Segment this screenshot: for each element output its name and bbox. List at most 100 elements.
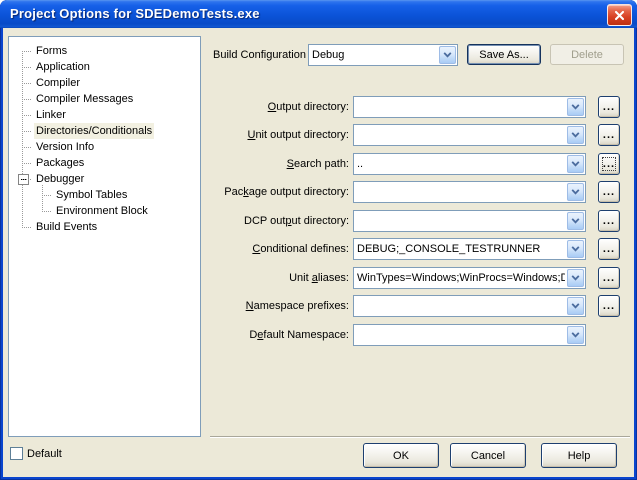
field-row-package-output-directory: Package output directory: ... xyxy=(3,181,634,203)
combobox-value[interactable] xyxy=(357,326,565,344)
combobox-value[interactable]: .. xyxy=(357,155,565,173)
label-accel: S xyxy=(286,158,294,170)
namespace-prefixes-label: Namespace prefixes: xyxy=(3,295,349,317)
chevron-down-icon xyxy=(571,189,580,195)
field-row-conditional-defines: Conditional defines: DEBUG;_CONSOLE_TEST… xyxy=(3,238,634,260)
dcp-output-directory-browse-button[interactable]: ... xyxy=(598,210,620,232)
dropdown-button[interactable] xyxy=(567,240,584,258)
conditional-defines-browse-button[interactable]: ... xyxy=(598,238,620,260)
dropdown-button[interactable] xyxy=(567,269,584,287)
dropdown-button[interactable] xyxy=(567,326,584,344)
search-path-browse-button[interactable]: ... xyxy=(598,153,620,175)
unit-output-directory-combobox[interactable] xyxy=(353,124,586,146)
output-directory-combobox[interactable] xyxy=(353,96,586,118)
build-configuration-label: Build Configuration xyxy=(213,49,306,61)
chevron-down-icon xyxy=(571,104,580,110)
project-options-dialog: Project Options for SDEDemoTests.exe For… xyxy=(0,0,637,480)
package-output-directory-combobox[interactable] xyxy=(353,181,586,203)
label-text: Pac xyxy=(224,186,244,198)
dialog-client-area: Forms Application Compiler Compiler Mess… xyxy=(3,28,634,477)
footer-separator xyxy=(210,436,630,438)
close-button[interactable] xyxy=(607,4,632,26)
tree-item-forms[interactable]: Forms xyxy=(9,43,200,59)
label-text: Unit xyxy=(289,272,312,284)
build-configuration-combobox[interactable]: Debug xyxy=(308,44,458,66)
chevron-down-icon xyxy=(571,161,580,167)
dropdown-button[interactable] xyxy=(567,183,584,201)
cancel-button[interactable]: Cancel xyxy=(450,443,526,468)
tree-item-application[interactable]: Application xyxy=(9,59,200,75)
dropdown-button[interactable] xyxy=(567,212,584,230)
dcp-output-directory-combobox[interactable] xyxy=(353,210,586,232)
unit-aliases-label: Unit aliases: xyxy=(3,267,349,289)
field-row-namespace-prefixes: Namespace prefixes: ... xyxy=(3,295,634,317)
combobox-value[interactable]: Debug xyxy=(312,46,437,64)
chevron-down-icon xyxy=(571,332,580,338)
package-output-directory-label: Package output directory: xyxy=(3,181,349,203)
ok-button[interactable]: OK xyxy=(363,443,439,468)
chevron-down-icon xyxy=(571,132,580,138)
help-button[interactable]: Help xyxy=(541,443,617,468)
namespace-prefixes-browse-button[interactable]: ... xyxy=(598,295,620,317)
package-output-directory-browse-button[interactable]: ... xyxy=(598,181,620,203)
tree-item-label[interactable]: Compiler xyxy=(34,75,82,91)
combobox-value[interactable] xyxy=(357,212,565,230)
field-row-dcp-output-directory: DCP output directory: ... xyxy=(3,210,634,232)
combobox-value[interactable] xyxy=(357,297,565,315)
field-row-output-directory: Output directory: ... xyxy=(3,96,634,118)
label-text: ut directory: xyxy=(291,215,349,227)
label-text: nit output directory: xyxy=(255,129,349,141)
delete-button[interactable]: Delete xyxy=(550,44,624,65)
chevron-down-icon xyxy=(571,303,580,309)
field-row-unit-aliases: Unit aliases: WinTypes=Windows;WinProcs=… xyxy=(3,267,634,289)
output-directory-browse-button[interactable]: ... xyxy=(598,96,620,118)
default-checkbox[interactable] xyxy=(10,447,23,460)
dcp-output-directory-label: DCP output directory: xyxy=(3,210,349,232)
dropdown-button[interactable] xyxy=(567,98,584,116)
field-row-default-namespace: Default Namespace: xyxy=(3,324,634,346)
dropdown-button[interactable] xyxy=(567,126,584,144)
page-title: Project Options for SDEDemoTests.exe xyxy=(10,6,260,21)
label-text: liases: xyxy=(317,272,349,284)
conditional-defines-combobox[interactable]: DEBUG;_CONSOLE_TESTRUNNER xyxy=(353,238,586,260)
default-namespace-label: Default Namespace: xyxy=(3,324,349,346)
output-directory-label: Output directory: xyxy=(3,96,349,118)
label-text: DCP out xyxy=(244,215,286,227)
field-row-search-path: Search path: .. ... xyxy=(3,153,634,175)
namespace-prefixes-combobox[interactable] xyxy=(353,295,586,317)
tree-item-label[interactable]: Application xyxy=(34,59,92,75)
chevron-down-icon xyxy=(571,218,580,224)
dropdown-button[interactable] xyxy=(567,155,584,173)
unit-aliases-browse-button[interactable]: ... xyxy=(598,267,620,289)
combobox-value[interactable]: WinTypes=Windows;WinProcs=Windows;DbiT xyxy=(357,269,565,287)
label-accel: O xyxy=(267,101,277,113)
titlebar: Project Options for SDEDemoTests.exe xyxy=(0,0,637,28)
chevron-down-icon xyxy=(571,275,580,281)
search-path-combobox[interactable]: .. xyxy=(353,153,586,175)
dropdown-button[interactable] xyxy=(567,297,584,315)
default-checkbox-label: Default xyxy=(27,448,62,460)
label-accel: N xyxy=(245,300,254,312)
conditional-defines-label: Conditional defines: xyxy=(3,238,349,260)
save-as-button[interactable]: Save As... xyxy=(467,44,541,65)
unit-aliases-combobox[interactable]: WinTypes=Windows;WinProcs=Windows;DbiT xyxy=(353,267,586,289)
default-namespace-combobox[interactable] xyxy=(353,324,586,346)
unit-output-directory-browse-button[interactable]: ... xyxy=(598,124,620,146)
label-text: amespace prefixes: xyxy=(253,300,349,312)
tree-item-label[interactable]: Forms xyxy=(34,43,69,59)
label-text: age output directory: xyxy=(248,186,349,198)
unit-output-directory-label: Unit output directory: xyxy=(3,124,349,146)
combobox-value[interactable] xyxy=(357,126,565,144)
close-icon xyxy=(614,10,625,20)
chevron-down-icon xyxy=(443,52,452,58)
search-path-label: Search path: xyxy=(3,153,349,175)
label-text: fault Namespace: xyxy=(263,329,349,341)
combobox-value[interactable] xyxy=(357,98,565,116)
dropdown-button[interactable] xyxy=(439,46,456,64)
combobox-value[interactable] xyxy=(357,183,565,201)
tree-item-compiler[interactable]: Compiler xyxy=(9,75,200,91)
chevron-down-icon xyxy=(571,246,580,252)
field-row-unit-output-directory: Unit output directory: ... xyxy=(3,124,634,146)
combobox-value[interactable]: DEBUG;_CONSOLE_TESTRUNNER xyxy=(357,240,565,258)
label-text: onditional defines: xyxy=(260,243,349,255)
